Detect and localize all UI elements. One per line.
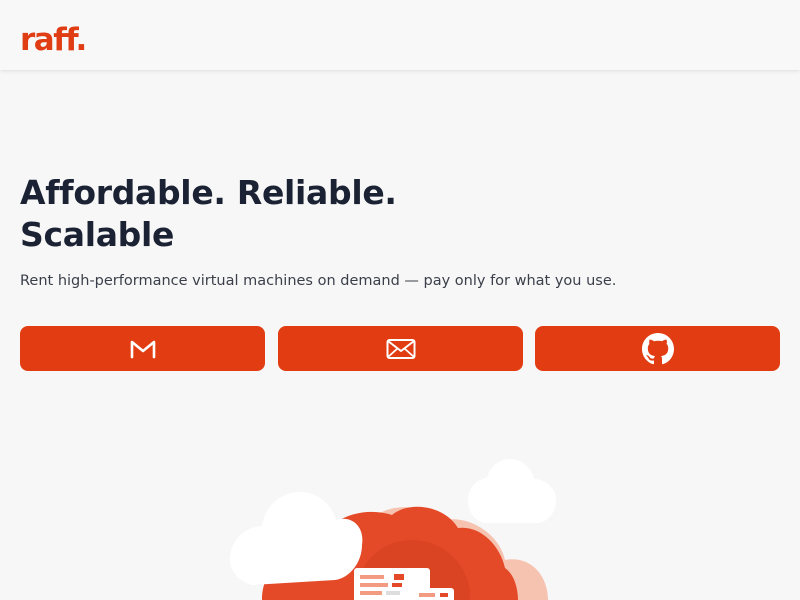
white-cloud-left [230,492,363,585]
sign-in-gmail-button[interactable] [20,326,265,371]
mail-icon [386,338,415,359]
hero-title: Affordable. Reliable. Scalable [20,172,440,256]
hero-title-line-1: Affordable. Reliable. [20,173,397,212]
server-panel-back [414,588,454,600]
top-navbar: raff. [0,0,800,70]
hero-title-line-2: Scalable [20,215,175,254]
hero-subtitle: Rent high-performance virtual machines o… [20,273,617,289]
sign-in-email-button[interactable] [278,326,523,371]
cloud-servers-illustration [230,459,556,600]
sign-in-github-button[interactable] [535,326,780,371]
white-cloud-right [468,459,556,523]
gmail-icon [130,340,155,358]
raff-logo[interactable]: raff. [20,20,87,60]
github-icon [641,332,674,364]
